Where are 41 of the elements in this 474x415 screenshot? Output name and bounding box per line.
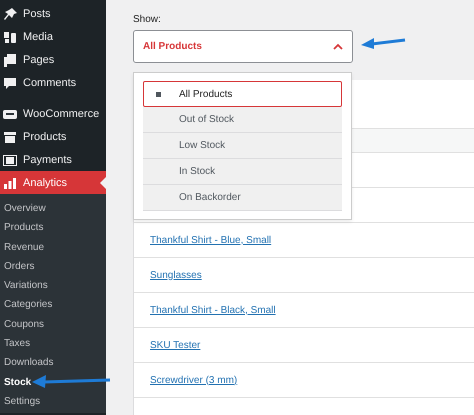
product-link[interactable]: Screwdriver (3 mm)	[150, 374, 238, 386]
product-link[interactable]: SKU Tester	[150, 340, 200, 350]
submenu-item[interactable]: Taxes	[0, 334, 30, 354]
submenu-item[interactable]: Products	[0, 218, 44, 238]
filter-label: Show:	[133, 14, 161, 26]
sidebar-item[interactable]: Payments	[0, 148, 106, 171]
filter-select[interactable]: All Products	[133, 30, 353, 63]
bullet-icon	[156, 92, 161, 97]
pages-icon	[3, 52, 17, 66]
dropdown-option[interactable]: Out of Stock	[143, 107, 342, 133]
product-link[interactable]: Thankful Shirt - Blue, Small	[150, 234, 272, 246]
product-link[interactable]: Sunglasses	[150, 270, 202, 280]
sidebar-item[interactable]: Posts	[0, 2, 106, 25]
submenu-item[interactable]: Downloads	[0, 353, 54, 373]
dropdown-option[interactable]: All Products	[143, 81, 342, 107]
submenu-item[interactable]: Variations	[0, 276, 48, 296]
dropdown-option[interactable]: On Backorder	[143, 185, 342, 211]
bar-chart-icon	[3, 176, 17, 190]
submenu-item[interactable]: Settings	[0, 392, 40, 412]
product-link[interactable]: Thankful Shirt - Black, Small	[150, 304, 276, 316]
sidebar-item[interactable]: Analytics	[0, 171, 106, 194]
dropdown-option[interactable]: In Stock	[143, 159, 342, 185]
sidebar-item[interactable]: Pages	[0, 48, 106, 71]
submenu-item[interactable]: Orders	[0, 256, 35, 276]
submenu-item[interactable]: Categories	[0, 295, 52, 315]
media-icon	[3, 30, 17, 44]
sidebar-item[interactable]: Products	[0, 125, 106, 148]
comment-icon	[3, 76, 17, 90]
dropdown-option[interactable]: Low Stock	[143, 133, 342, 159]
sidebar-item[interactable]: Comments	[0, 71, 106, 94]
pin-icon	[3, 6, 17, 20]
sidebar-item[interactable]: Media	[0, 25, 106, 48]
submenu-item[interactable]: Revenue	[0, 238, 44, 257]
arrow-icon	[30, 373, 112, 389]
arrow-icon	[360, 36, 406, 50]
submenu-item[interactable]: Stock	[0, 372, 32, 392]
submenu-item[interactable]: Coupons	[0, 314, 44, 334]
chevron-icon	[333, 43, 343, 50]
box-icon	[3, 130, 17, 144]
submenu-item[interactable]: Overview	[0, 199, 46, 218]
sidebar-item[interactable]: WooCommerce	[0, 102, 106, 125]
